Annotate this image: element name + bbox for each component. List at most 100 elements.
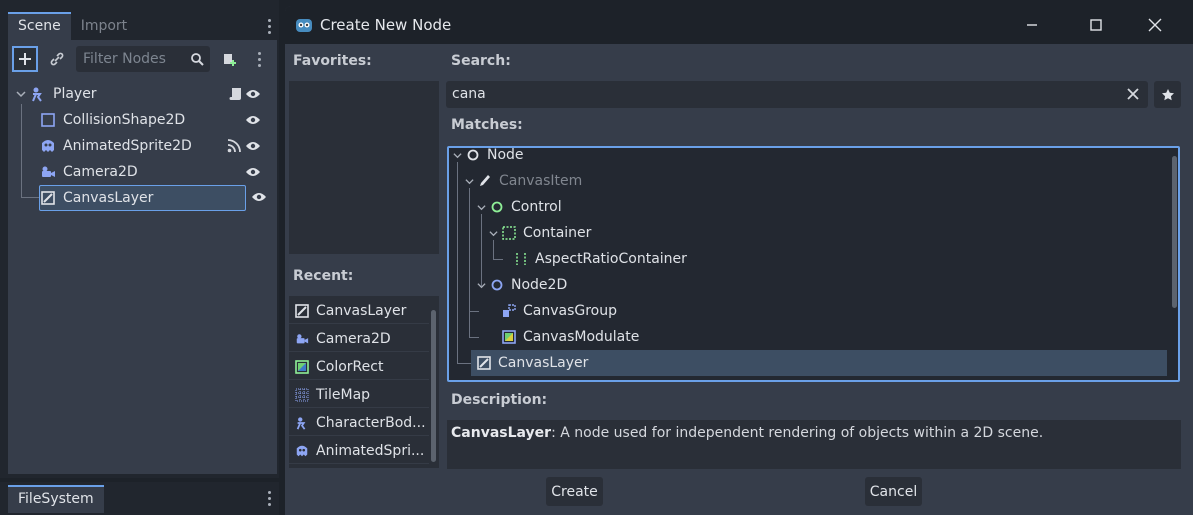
godot-logo-icon — [295, 16, 313, 34]
scene-options-icon[interactable] — [258, 52, 262, 70]
match-label: Node2D — [511, 277, 568, 293]
node-icon — [466, 148, 480, 162]
collisionshape2d-icon — [40, 112, 56, 128]
tab-import[interactable]: Import — [71, 12, 137, 40]
description-box: CanvasLayer: A node used for independent… — [447, 420, 1181, 469]
tree-item-camera2d[interactable]: Camera2D — [40, 160, 271, 184]
match-canvasgroup[interactable]: CanvasGroup — [502, 298, 617, 324]
recent-item-colorrect[interactable]: ColorRect — [289, 354, 429, 380]
search-input-value: cana — [452, 86, 486, 102]
search-input[interactable]: cana — [446, 81, 1148, 108]
chevron-down-icon[interactable] — [16, 89, 26, 99]
tree-item-label: Player — [53, 86, 97, 102]
maximize-icon[interactable] — [1087, 16, 1105, 34]
matches-tree[interactable]: Node CanvasItem Control Container Aspect… — [447, 146, 1180, 382]
tilemap-icon — [295, 388, 309, 402]
add-node-button[interactable] — [12, 46, 38, 72]
control-icon — [490, 200, 504, 214]
attach-script-button[interactable] — [216, 46, 242, 72]
recent-scrollbar[interactable] — [431, 310, 436, 462]
chevron-down-icon[interactable] — [453, 151, 463, 160]
cancel-button[interactable]: Cancel — [865, 477, 922, 506]
create-node-dialog: Create New Node Favorites: Recent: Canva… — [285, 6, 1193, 515]
visibility-eye-icon[interactable] — [245, 166, 261, 178]
recent-item-label: TileMap — [316, 386, 371, 403]
match-canvasmodulate[interactable]: CanvasModulate — [502, 324, 639, 350]
match-control[interactable]: Control — [477, 194, 562, 220]
script-icon[interactable] — [229, 87, 243, 101]
recent-item-label: CharacterBod... — [316, 414, 426, 431]
close-icon[interactable] — [1146, 16, 1164, 34]
match-label: CanvasModulate — [523, 329, 640, 345]
chevron-down-icon[interactable] — [477, 203, 487, 212]
minimize-icon[interactable] — [1023, 16, 1041, 34]
instance-scene-button[interactable] — [44, 46, 70, 72]
match-label: Node — [487, 147, 524, 163]
tree-item-label: CollisionShape2D — [63, 112, 186, 128]
filesystem-dock: FileSystem — [0, 482, 279, 515]
characterbody2d-icon — [30, 86, 46, 102]
tab-filesystem[interactable]: FileSystem — [8, 485, 104, 513]
tree-item-player[interactable]: Player — [16, 82, 271, 106]
scene-dock: Scene Import Filter Nodes Player Collisi… — [0, 0, 279, 478]
description-text: : A node used for independent rendering … — [551, 425, 1044, 441]
canvasitem-icon — [478, 174, 492, 188]
recent-item-canvaslayer[interactable]: CanvasLayer — [289, 298, 429, 324]
clear-search-icon[interactable] — [1126, 87, 1140, 101]
animatedsprite2d-icon — [40, 138, 56, 154]
match-label: CanvasLayer — [498, 355, 589, 371]
matches-scrollbar[interactable] — [1172, 156, 1177, 308]
recent-item-tilemap[interactable]: TileMap — [289, 382, 429, 408]
signal-icon[interactable] — [227, 139, 241, 153]
match-canvaslayer[interactable]: CanvasLayer — [477, 350, 588, 376]
tree-item-collisionshape2d[interactable]: CollisionShape2D — [40, 108, 271, 132]
recent-item-characterbody[interactable]: CharacterBod... — [289, 410, 429, 436]
characterbody2d-icon — [295, 416, 309, 430]
tree-item-animatedsprite2d[interactable]: AnimatedSprite2D — [40, 134, 271, 158]
recent-item-label: CanvasLayer — [316, 302, 407, 319]
chevron-down-icon[interactable] — [465, 177, 475, 186]
dialog-titlebar: Create New Node — [285, 6, 1193, 44]
scene-dock-body: Filter Nodes Player CollisionShape2D Ani… — [8, 40, 277, 474]
link-icon — [50, 52, 64, 66]
match-node2d[interactable]: Node2D — [477, 272, 567, 298]
camera2d-icon — [40, 164, 56, 180]
aspectratiocontainer-icon — [514, 252, 528, 266]
recent-list[interactable]: CanvasLayer Camera2D ColorRect TileMap C… — [289, 296, 439, 468]
match-aspectratiocontainer[interactable]: AspectRatioContainer — [514, 246, 687, 272]
camera2d-icon — [295, 332, 309, 346]
description-label: Description: — [451, 392, 548, 408]
visibility-eye-icon[interactable] — [245, 88, 261, 100]
match-label: Control — [511, 199, 562, 215]
recent-item-animatedsprite[interactable]: AnimatedSpri... — [289, 438, 429, 464]
tree-item-label: Camera2D — [63, 164, 138, 180]
canvasgroup-icon — [502, 304, 516, 318]
tree-item-label: AnimatedSprite2D — [63, 138, 192, 154]
match-canvasitem[interactable]: CanvasItem — [465, 168, 582, 194]
filter-nodes-input[interactable]: Filter Nodes — [76, 46, 210, 72]
visibility-eye-icon[interactable] — [245, 114, 261, 126]
scene-dock-tabs: Scene Import — [8, 12, 137, 40]
create-button[interactable]: Create — [546, 477, 603, 506]
animatedsprite2d-icon — [295, 444, 309, 458]
recent-item-label: AnimatedSpri... — [316, 442, 425, 459]
favorites-list[interactable] — [289, 81, 439, 254]
chevron-down-icon[interactable] — [489, 229, 499, 238]
filesystem-menu-icon[interactable] — [268, 491, 272, 509]
chevron-down-icon[interactable] — [477, 281, 487, 290]
recent-item-label: ColorRect — [316, 358, 384, 375]
visibility-eye-icon[interactable] — [251, 191, 267, 203]
canvaslayer-icon — [295, 303, 309, 318]
scene-dock-menu-icon[interactable] — [268, 19, 272, 37]
visibility-eye-icon[interactable] — [245, 140, 261, 152]
match-container[interactable]: Container — [489, 220, 591, 246]
recent-item-camera2d[interactable]: Camera2D — [289, 326, 429, 352]
dialog-title: Create New Node — [320, 16, 452, 34]
match-node[interactable]: Node — [453, 147, 524, 168]
tree-item-canvaslayer[interactable]: CanvasLayer — [39, 185, 246, 211]
favorites-label: Favorites: — [293, 53, 372, 69]
node2d-icon — [490, 278, 504, 292]
script-add-icon — [224, 54, 236, 66]
tab-scene[interactable]: Scene — [8, 12, 71, 40]
favorite-button[interactable] — [1154, 81, 1181, 108]
